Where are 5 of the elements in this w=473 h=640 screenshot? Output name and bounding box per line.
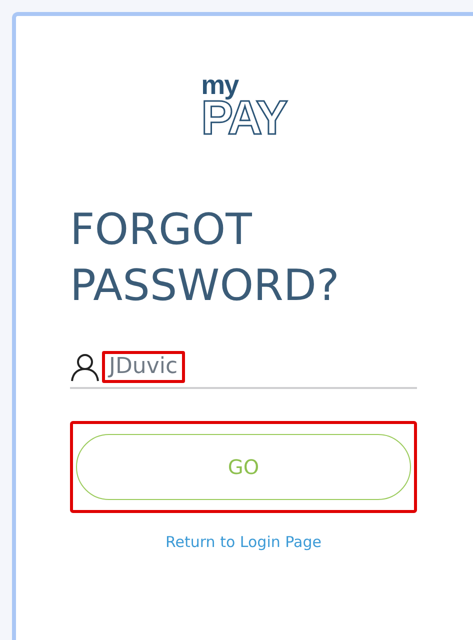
page-heading: FORGOT PASSWORD? [70, 204, 340, 313]
user-icon [70, 352, 100, 382]
username-field[interactable]: JDuvic [102, 350, 185, 384]
go-button[interactable]: GO [76, 434, 411, 500]
return-link[interactable]: Return to Login Page [166, 533, 322, 552]
